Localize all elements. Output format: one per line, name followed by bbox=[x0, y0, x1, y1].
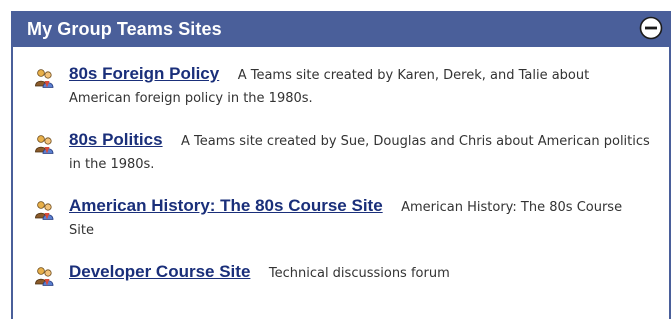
teams-people-icon bbox=[35, 69, 54, 88]
site-link[interactable]: American History: The 80s Course Site bbox=[69, 196, 383, 215]
list-item: 80s Politics A Teams site created by Sue… bbox=[13, 129, 669, 176]
list-item: 80s Foreign Policy A Teams site created … bbox=[13, 63, 669, 110]
teams-sites-panel: My Group Teams Sites 80s Foreign Policy … bbox=[11, 11, 671, 319]
site-description: Technical discussions forum bbox=[268, 266, 450, 281]
panel-title: My Group Teams Sites bbox=[27, 18, 222, 39]
site-link[interactable]: 80s Foreign Policy bbox=[69, 64, 219, 83]
teams-people-icon bbox=[35, 267, 54, 286]
site-link[interactable]: 80s Politics bbox=[69, 130, 163, 149]
minus-circle-icon[interactable] bbox=[639, 16, 663, 40]
site-link[interactable]: Developer Course Site bbox=[69, 262, 250, 281]
list-item: Developer Course Site Technical discussi… bbox=[13, 261, 669, 286]
panel-header: My Group Teams Sites bbox=[13, 11, 669, 47]
teams-people-icon bbox=[35, 135, 54, 154]
teams-people-icon bbox=[35, 201, 54, 220]
list-item: American History: The 80s Course Site Am… bbox=[13, 195, 669, 242]
